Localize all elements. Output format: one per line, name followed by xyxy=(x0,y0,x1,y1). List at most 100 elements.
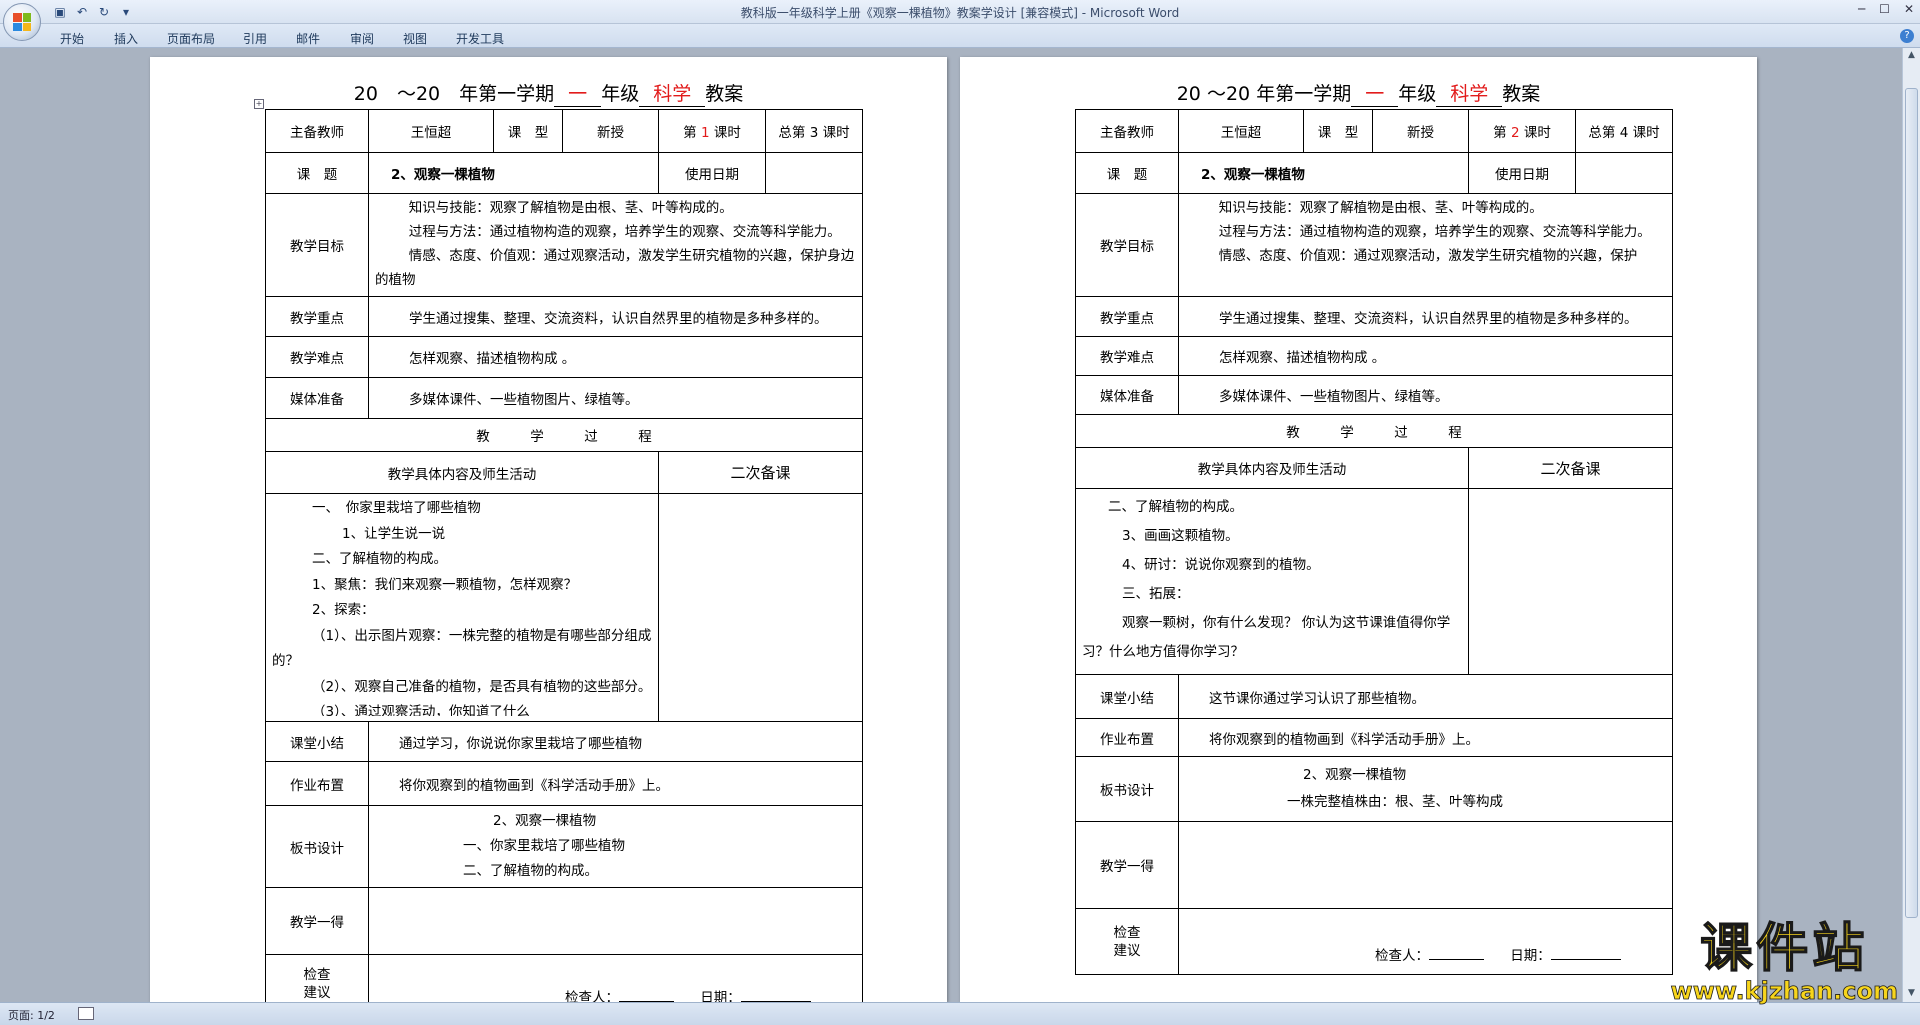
label-summary: 课堂小结 xyxy=(1075,674,1179,719)
content-header: 教学具体内容及师生活动 xyxy=(1075,447,1469,489)
page-indicator[interactable]: 页面: 1/2 xyxy=(8,1007,55,1023)
scroll-thumb[interactable] xyxy=(1905,88,1918,918)
label-board: 板书设计 xyxy=(1075,756,1179,822)
label-goals: 教学目标 xyxy=(265,193,369,297)
minimize-icon[interactable]: ─ xyxy=(1858,2,1865,16)
second-prep-header: 二次备课 xyxy=(658,451,863,494)
reflection-cell xyxy=(1178,821,1673,909)
step-item: 3、画画这颗植物。 xyxy=(1122,528,1239,544)
goal-attitude: 情感、态度、价值观：通过观察活动，激发学生研究植物的兴趣，保护身边的植物 xyxy=(375,248,855,288)
goal-process: 过程与方法：通过植物构造的观察，培养学生的观察、交流等科学能力。 xyxy=(408,224,841,240)
media-text: 多媒体课件、一些植物图片、绿植等。 xyxy=(368,377,863,419)
office-logo-icon xyxy=(13,13,31,31)
second-prep-header: 二次备课 xyxy=(1468,447,1673,489)
label-homework: 作业布置 xyxy=(1075,718,1179,757)
tab-references[interactable]: 引用 xyxy=(243,30,267,47)
label-key-point: 教学重点 xyxy=(1075,296,1179,337)
document-page-1[interactable]: 20 ～20 年第一学期一年级 科学 教案 + 主备教师 王恒超 课 型 新授 第 … xyxy=(150,57,947,1002)
board-line: 二、了解植物的构成。 xyxy=(463,863,598,879)
board-line: 2、观察一棵植物 xyxy=(493,813,597,829)
label-lesson-type: 课 型 xyxy=(1303,109,1373,153)
label-topic: 课 题 xyxy=(1075,152,1179,194)
close-icon[interactable]: ✕ xyxy=(1904,2,1914,16)
window-title: 教科版一年级科学上册《观察一棵植物》教案学设计 [兼容模式] - Microso… xyxy=(740,6,1180,20)
label-use-date: 使用日期 xyxy=(658,152,766,194)
heading-year-end: ～20 xyxy=(396,83,441,105)
lesson-type: 新授 xyxy=(1372,109,1469,153)
tab-page-layout[interactable]: 页面布局 xyxy=(167,30,215,47)
process-title: 教 学 过 程 xyxy=(1075,414,1673,448)
step-item: （3）、通过观察活动，你知道了什么 xyxy=(312,704,530,716)
teacher-name: 王恒超 xyxy=(1178,109,1304,153)
label-teacher: 主备教师 xyxy=(265,109,369,153)
table-move-handle-icon[interactable]: + xyxy=(254,99,264,109)
label-goals: 教学目标 xyxy=(1075,193,1179,297)
teaching-goals: 知识与技能：观察了解植物是由根、茎、叶等构成的。 过程与方法：通过植物构造的观察… xyxy=(1178,193,1673,297)
title-bar: ▣ ↶ ↻ ▾ 教科版一年级科学上册《观察一棵植物》教案学设计 [兼容模式] -… xyxy=(0,0,1920,24)
lesson-plan-table: 主备教师 王恒超 课 型 新授 第 1 课时 总第 3 课时 课 题 2、观察一… xyxy=(265,109,863,1002)
watermark-url: www.kjzhan.com xyxy=(1670,977,1898,1006)
label-reflection: 教学一得 xyxy=(1075,821,1179,909)
lesson-number: 第 1 课时 xyxy=(658,109,766,153)
scroll-up-icon[interactable]: ▲ xyxy=(1905,50,1918,62)
tab-insert[interactable]: 插入 xyxy=(114,30,138,47)
second-prep-cell xyxy=(1468,488,1673,675)
board-line: 2、观察一棵植物 xyxy=(1303,767,1407,783)
tab-developer[interactable]: 开发工具 xyxy=(456,30,504,47)
process-content: 一、 你家里栽培了哪些植物 1、让学生说一说 二、了解植物的构成。 1、聚焦：我… xyxy=(265,493,659,722)
heading-grade-label: 年级 xyxy=(601,83,640,105)
board-design: 2、观察一棵植物 一、你家里栽培了哪些植物 二、了解植物的构成。 xyxy=(368,805,863,888)
heading-year-end: ～20 xyxy=(1206,83,1251,105)
lesson-topic: 2、观察一棵植物 xyxy=(368,152,659,194)
step-item: 一、 你家里栽培了哪些植物 xyxy=(312,500,481,516)
label-check: 检查 建议 xyxy=(265,954,369,1002)
step-item: 观察一颗树，你有什么发现？ 你认为这节课谁值得你学习？什么地方值得你学习？ xyxy=(1082,615,1451,660)
step-item: 4、研讨：说说你观察到的植物。 xyxy=(1122,557,1320,573)
teacher-name: 王恒超 xyxy=(368,109,494,153)
proofing-icon[interactable] xyxy=(78,1007,94,1020)
board-line: 一、你家里栽培了哪些植物 xyxy=(463,838,625,854)
homework-text: 将你观察到的植物画到《科学活动手册》上。 xyxy=(368,761,863,806)
goal-knowledge: 知识与技能：观察了解植物是由根、茎、叶等构成的。 xyxy=(1218,200,1543,216)
label-check: 检查 建议 xyxy=(1075,908,1179,975)
document-page-2[interactable]: 20 ～20 年第一学期一年级 科学 教案 主备教师 王恒超 课 型 新授 第 2 … xyxy=(960,57,1757,1002)
heading-subject: 科学 xyxy=(639,79,706,107)
lesson-heading: 20 ～20 年第一学期一年级 科学 教案 xyxy=(150,79,947,107)
total-lesson-number: 总第 3 课时 xyxy=(765,109,863,153)
key-point-text: 学生通过搜集、整理、交流资料，认识自然界里的植物是多种多样的。 xyxy=(368,296,863,337)
maximize-icon[interactable]: ☐ xyxy=(1879,2,1890,16)
step-item: 2、探索： xyxy=(312,602,375,618)
ribbon-tab-bar: 开始 插入 页面布局 引用 邮件 审阅 视图 开发工具 xyxy=(0,24,1920,48)
label-reflection: 教学一得 xyxy=(265,887,369,955)
process-content: 二、了解植物的构成。 3、画画这颗植物。 4、研讨：说说你观察到的植物。 三、拓… xyxy=(1075,488,1469,675)
heading-semester: 年第一学期 xyxy=(1256,83,1352,105)
teaching-goals: 知识与技能：观察了解植物是由根、茎、叶等构成的。 过程与方法：通过植物构造的观察… xyxy=(368,193,863,297)
vertical-scrollbar[interactable]: ▲ ▼ xyxy=(1902,48,1920,1002)
tab-review[interactable]: 审阅 xyxy=(350,30,374,47)
tab-mailings[interactable]: 邮件 xyxy=(296,30,320,47)
label-summary: 课堂小结 xyxy=(265,721,369,762)
summary-text: 这节课你通过学习认识了那些植物。 xyxy=(1178,674,1673,719)
difficulty-text: 怎样观察、描述植物构成 。 xyxy=(1178,336,1673,376)
step-item: （2）、观察自己准备的植物，是否具有植物的这些部分。 xyxy=(312,678,652,695)
label-media: 媒体准备 xyxy=(1075,375,1179,415)
heading-year-start: 20 xyxy=(353,83,378,105)
heading-grade: 一 xyxy=(1351,79,1399,107)
lesson-plan-table: 主备教师 王恒超 课 型 新授 第 2 课时 总第 4 课时 课 题 2、观察一… xyxy=(1075,109,1673,975)
tab-home[interactable]: 开始 xyxy=(60,30,84,47)
help-icon[interactable]: ? xyxy=(1900,29,1914,43)
scroll-down-icon[interactable]: ▼ xyxy=(1905,988,1918,1000)
summary-text: 通过学习，你说说你家里栽培了哪些植物 xyxy=(368,721,863,762)
heading-semester: 年第一学期 xyxy=(459,83,555,105)
office-button[interactable] xyxy=(3,3,41,41)
lesson-type: 新授 xyxy=(562,109,659,153)
lesson-number: 第 2 课时 xyxy=(1468,109,1576,153)
check-cell: 检查人： 日期： xyxy=(368,954,863,1002)
window-controls: ─ ☐ ✕ xyxy=(1858,2,1914,16)
use-date-value xyxy=(1575,152,1673,194)
heading-grade-label: 年级 xyxy=(1398,83,1437,105)
step-item: （1）、出示图片观察：一株完整的植物是有哪些部分组成的？ xyxy=(272,627,652,670)
lesson-topic: 2、观察一棵植物 xyxy=(1178,152,1469,194)
reflection-cell xyxy=(368,887,863,955)
tab-view[interactable]: 视图 xyxy=(403,30,427,47)
